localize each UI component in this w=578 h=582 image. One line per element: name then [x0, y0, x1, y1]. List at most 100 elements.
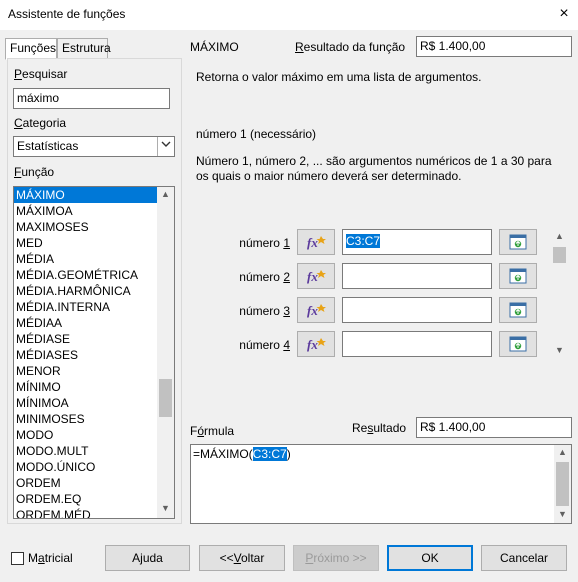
formula-scroll-up-icon[interactable]: ▲ [554, 447, 571, 457]
svg-text:fx: fx [307, 303, 318, 318]
svg-text:fx: fx [307, 235, 318, 250]
function-list-item[interactable]: MED [14, 235, 158, 251]
argument-value: C3:C7 [346, 234, 381, 248]
tab-estrutura[interactable]: Estrutura [57, 38, 111, 59]
help-label-c: uda [142, 551, 163, 565]
tab-funcoes[interactable]: Funções [5, 38, 57, 60]
back-button[interactable]: <<Voltar [199, 545, 285, 571]
back-label-a: << [219, 551, 234, 565]
scroll-thumb[interactable] [159, 379, 172, 417]
function-list-item[interactable]: MÉDIA [14, 251, 158, 267]
argument-label-number: 4 [283, 338, 290, 352]
function-list-item[interactable]: MODO [14, 427, 158, 443]
function-list-items: MÁXIMO MÁXIMOA MAXIMOSES MED MÉDIA MÉDIA.GEOM… [14, 187, 158, 518]
function-wizard-icon[interactable]: fx [297, 297, 335, 323]
formula-result-label-c: ultado [373, 421, 407, 435]
function-list-item[interactable]: MINIMOSES [14, 411, 158, 427]
function-list-item[interactable]: MÁXIMO [14, 187, 158, 203]
category-select[interactable]: Estatísticas [13, 136, 175, 157]
formula-label: Fórmula [190, 424, 234, 438]
category-label-first: C [14, 116, 23, 130]
matricial-checkbox[interactable] [11, 552, 24, 565]
search-input[interactable]: máximo [13, 88, 170, 109]
function-wizard-icon[interactable]: fx [297, 229, 335, 255]
function-list-item[interactable]: MÉDIA.GEOMÉTRICA [14, 267, 158, 283]
argument-label-number: 1 [283, 236, 290, 250]
function-list-item[interactable]: ORDEM.EQ [14, 491, 158, 507]
formula-scroll-thumb[interactable] [556, 462, 569, 506]
function-list-item[interactable]: MÉDIASE [14, 331, 158, 347]
formula-editor[interactable]: =MÁXIMO(C3:C7) ▲ ▼ [190, 444, 572, 524]
matricial-label-c: tricial [44, 551, 73, 565]
formula-label-c: rmula [204, 424, 235, 438]
function-list-item[interactable]: MÉDIA.HARMÔNICA [14, 283, 158, 299]
next-button[interactable]: Próximo >> [293, 545, 379, 571]
function-list-item[interactable]: MÁXIMOA [14, 203, 158, 219]
back-label-c: oltar [241, 551, 265, 565]
scroll-up-icon[interactable]: ▲ [157, 189, 174, 199]
next-label-rest: róximo >> [313, 551, 367, 565]
argument-field[interactable]: C3:C7 [342, 229, 492, 255]
scroll-down-icon[interactable]: ▼ [157, 503, 174, 513]
formula-selected: C3:C7 [252, 447, 287, 461]
matricial-label-a: M [28, 551, 38, 565]
close-icon[interactable]: × [552, 3, 576, 25]
argument-field[interactable] [342, 297, 492, 323]
formula-suffix: ) [286, 447, 291, 461]
formula-result-field: R$ 1.400,00 [416, 417, 572, 438]
function-name: MÁXIMO [190, 40, 239, 54]
function-wizard-icon[interactable]: fx [297, 263, 335, 289]
shrink-icon[interactable] [499, 297, 537, 323]
function-label-rest: unção [21, 165, 55, 179]
formula-scrollbar[interactable]: ▲ ▼ [554, 445, 571, 523]
cancel-button[interactable]: Cancelar [481, 545, 567, 571]
argument-title: número 1 (necessário) [196, 127, 317, 141]
shrink-icon[interactable] [499, 229, 537, 255]
function-list-item[interactable]: MODO.ÚNICO [14, 459, 158, 475]
function-list-item[interactable]: MÍNIMO [14, 379, 158, 395]
help-label-a: A [132, 551, 141, 565]
formula-text: =MÁXIMO(C3:C7) [193, 447, 291, 461]
argument-label: número 4 [220, 338, 290, 352]
function-result-label: Resultado da função [295, 40, 405, 54]
formula-result-label: Resultado [352, 421, 406, 435]
argument-label-number: 3 [283, 304, 290, 318]
function-list-item[interactable]: MÉDIASES [14, 347, 158, 363]
function-list-item[interactable]: MÉDIA.INTERNA [14, 299, 158, 315]
argument-label: número 1 [220, 236, 290, 250]
help-button[interactable]: Ajuda [105, 545, 190, 571]
formula-prefix: =MÁXIMO( [193, 447, 253, 461]
search-label: Pesquisar [14, 67, 67, 81]
argument-label-prefix: número [239, 304, 284, 318]
argument-field[interactable] [342, 331, 492, 357]
category-label-rest: ategoria [22, 116, 67, 130]
function-result-label-first: R [295, 40, 304, 54]
function-list-item[interactable]: MENOR [14, 363, 158, 379]
function-result-label-rest: esultado da função [303, 40, 406, 54]
back-label-b: V [233, 551, 241, 565]
ok-button[interactable]: OK [387, 545, 473, 571]
argument-field[interactable] [342, 263, 492, 289]
formula-scroll-down-icon[interactable]: ▼ [554, 509, 571, 519]
function-list-item[interactable]: MAXIMOSES [14, 219, 158, 235]
function-list-item[interactable]: MÉDIAA [14, 315, 158, 331]
function-list-item[interactable]: MODO.MULT [14, 443, 158, 459]
function-list-scrollbar[interactable]: ▲ ▼ [157, 187, 174, 518]
function-list-item[interactable]: ORDEM.MÉD [14, 507, 158, 518]
args-scroll-thumb[interactable] [553, 247, 566, 263]
chevron-down-icon[interactable] [157, 137, 174, 156]
shrink-icon[interactable] [499, 331, 537, 357]
function-list[interactable]: MÁXIMO MÁXIMOA MAXIMOSES MED MÉDIA MÉDIA.GEOM… [13, 186, 175, 519]
matricial-label[interactable]: Matricial [28, 551, 73, 565]
shrink-icon[interactable] [499, 263, 537, 289]
arguments-scrollbar[interactable]: ▲ ▼ [551, 229, 568, 360]
args-scroll-down-icon[interactable]: ▼ [551, 345, 568, 355]
function-list-item[interactable]: ORDEM [14, 475, 158, 491]
category-selected: Estatísticas [17, 139, 79, 153]
argument-label: número 3 [220, 304, 290, 318]
function-wizard-icon[interactable]: fx [297, 331, 335, 357]
function-description: Retorna o valor máximo em uma lista de a… [196, 70, 482, 84]
args-scroll-up-icon[interactable]: ▲ [551, 231, 568, 241]
function-list-item[interactable]: MÍNIMOA [14, 395, 158, 411]
argument-label: número 2 [220, 270, 290, 284]
